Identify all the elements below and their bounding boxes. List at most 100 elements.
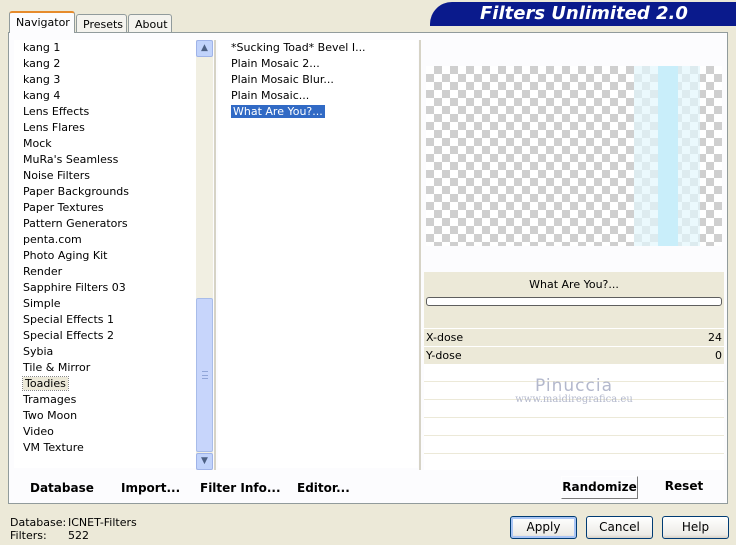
category-item[interactable]: Photo Aging Kit xyxy=(14,248,196,264)
category-label: Tramages xyxy=(23,393,77,406)
tab-presets[interactable]: Presets xyxy=(76,14,127,33)
category-item[interactable]: Simple xyxy=(14,296,196,312)
filter-label: Plain Mosaic 2... xyxy=(231,57,320,70)
category-label: Tile & Mirror xyxy=(23,361,91,374)
category-item[interactable]: Pattern Generators xyxy=(14,216,196,232)
category-item[interactable]: Tile & Mirror xyxy=(14,360,196,376)
category-item[interactable]: Special Effects 1 xyxy=(14,312,196,328)
apply-button[interactable]: Apply xyxy=(510,516,577,539)
category-label: Paper Backgrounds xyxy=(23,185,130,198)
category-label: Special Effects 1 xyxy=(23,313,115,326)
category-item[interactable]: Mock xyxy=(14,136,196,152)
category-label: kang 1 xyxy=(23,41,61,54)
reset-button[interactable]: Reset xyxy=(650,476,718,499)
category-label: Toadies xyxy=(22,376,69,391)
category-item[interactable]: Tramages xyxy=(14,392,196,408)
filter-info-button[interactable]: Filter Info... xyxy=(200,481,281,495)
watermark: Pinuccia www.maidiregrafica.eu xyxy=(494,376,654,405)
tab-about[interactable]: About xyxy=(128,14,172,33)
chevron-down-icon: ▼ xyxy=(201,456,208,466)
param-row-x-dose[interactable]: X-dose 24 xyxy=(424,328,724,345)
category-label: VM Texture xyxy=(23,441,84,454)
category-item[interactable]: Special Effects 2 xyxy=(14,328,196,344)
filter-item[interactable]: Plain Mosaic Blur... xyxy=(218,72,418,88)
category-item[interactable]: Two Moon xyxy=(14,408,196,424)
param-value: 0 xyxy=(715,349,722,362)
preview-stripe xyxy=(678,66,700,246)
database-button[interactable]: Database xyxy=(30,481,94,495)
category-item[interactable]: Toadies xyxy=(14,376,196,392)
status-value: 522 xyxy=(68,529,89,542)
watermark-name: Pinuccia xyxy=(535,376,613,396)
watermark-url: www.maidiregrafica.eu xyxy=(515,394,633,405)
category-item[interactable]: Lens Effects xyxy=(14,104,196,120)
filter-item[interactable]: Plain Mosaic 2... xyxy=(218,56,418,72)
category-item[interactable]: kang 1 xyxy=(14,40,196,56)
preview-stripe xyxy=(634,66,658,246)
app-title-banner: Filters Unlimited 2.0 xyxy=(430,2,736,26)
status-label: Filters: xyxy=(10,529,47,542)
param-label: Y-dose xyxy=(426,349,462,362)
category-label: Sapphire Filters 03 xyxy=(23,281,126,294)
preview-image[interactable] xyxy=(426,66,722,246)
filter-item[interactable]: What Are You?... xyxy=(218,104,418,120)
param-row-y-dose[interactable]: Y-dose 0 xyxy=(424,346,724,363)
param-value: 24 xyxy=(708,331,722,344)
status-filters: Filters: 522 xyxy=(10,529,89,542)
cancel-button[interactable]: Cancel xyxy=(586,516,653,539)
category-label: Simple xyxy=(23,297,61,310)
category-label: Paper Textures xyxy=(23,201,104,214)
category-scrollbar[interactable]: ▲ ▼ xyxy=(196,40,213,470)
param-label: X-dose xyxy=(426,331,464,344)
category-item[interactable]: VM Texture xyxy=(14,440,196,456)
filter-label: What Are You?... xyxy=(231,105,325,118)
category-item[interactable]: Video xyxy=(14,424,196,440)
scroll-thumb[interactable] xyxy=(196,298,213,452)
import-button[interactable]: Import... xyxy=(121,481,180,495)
divider xyxy=(214,40,216,470)
param-row-empty xyxy=(424,418,724,435)
scroll-down-button[interactable]: ▼ xyxy=(196,453,213,470)
category-label: Sybia xyxy=(23,345,54,358)
category-label: Pattern Generators xyxy=(23,217,128,230)
randomize-button[interactable]: Randomize xyxy=(561,476,638,499)
category-label: Special Effects 2 xyxy=(23,329,115,342)
progress-bar xyxy=(426,297,722,306)
tab-navigator[interactable]: Navigator xyxy=(9,11,75,33)
filter-label: Plain Mosaic Blur... xyxy=(231,73,334,86)
status-value: ICNET-Filters xyxy=(68,516,137,529)
status-database: Database: ICNET-Filters xyxy=(10,516,137,529)
category-item[interactable]: Sapphire Filters 03 xyxy=(14,280,196,296)
category-item[interactable]: Sybia xyxy=(14,344,196,360)
category-list[interactable]: kang 1 kang 2 kang 3 kang 4 Lens Effects Lens… xyxy=(14,40,196,468)
category-item[interactable]: Render xyxy=(14,264,196,280)
category-item[interactable]: MuRa's Seamless xyxy=(14,152,196,168)
category-label: Two Moon xyxy=(23,409,78,422)
category-label: Lens Flares xyxy=(23,121,85,134)
filter-list[interactable]: *Sucking Toad* Bevel I... Plain Mosaic 2.… xyxy=(218,40,418,468)
category-label: Noise Filters xyxy=(23,169,90,182)
category-item[interactable]: kang 2 xyxy=(14,56,196,72)
category-item[interactable]: penta.com xyxy=(14,232,196,248)
category-item[interactable]: Noise Filters xyxy=(14,168,196,184)
filter-label: Plain Mosaic... xyxy=(231,89,310,102)
category-item[interactable]: Paper Textures xyxy=(14,200,196,216)
category-label: Mock xyxy=(23,137,52,150)
category-item[interactable]: Lens Flares xyxy=(14,120,196,136)
filter-item[interactable]: *Sucking Toad* Bevel I... xyxy=(218,40,418,56)
category-label: Photo Aging Kit xyxy=(23,249,108,262)
status-label: Database: xyxy=(10,516,67,529)
category-label: Lens Effects xyxy=(23,105,90,118)
category-label: penta.com xyxy=(23,233,82,246)
category-item[interactable]: kang 3 xyxy=(14,72,196,88)
scroll-up-button[interactable]: ▲ xyxy=(196,40,213,57)
category-label: kang 2 xyxy=(23,57,61,70)
param-row-empty xyxy=(424,454,724,470)
param-row-empty xyxy=(424,436,724,453)
category-item[interactable]: Paper Backgrounds xyxy=(14,184,196,200)
editor-button[interactable]: Editor... xyxy=(297,481,350,495)
filter-item[interactable]: Plain Mosaic... xyxy=(218,88,418,104)
category-label: kang 3 xyxy=(23,73,61,86)
category-item[interactable]: kang 4 xyxy=(14,88,196,104)
help-button[interactable]: Help xyxy=(662,516,729,539)
